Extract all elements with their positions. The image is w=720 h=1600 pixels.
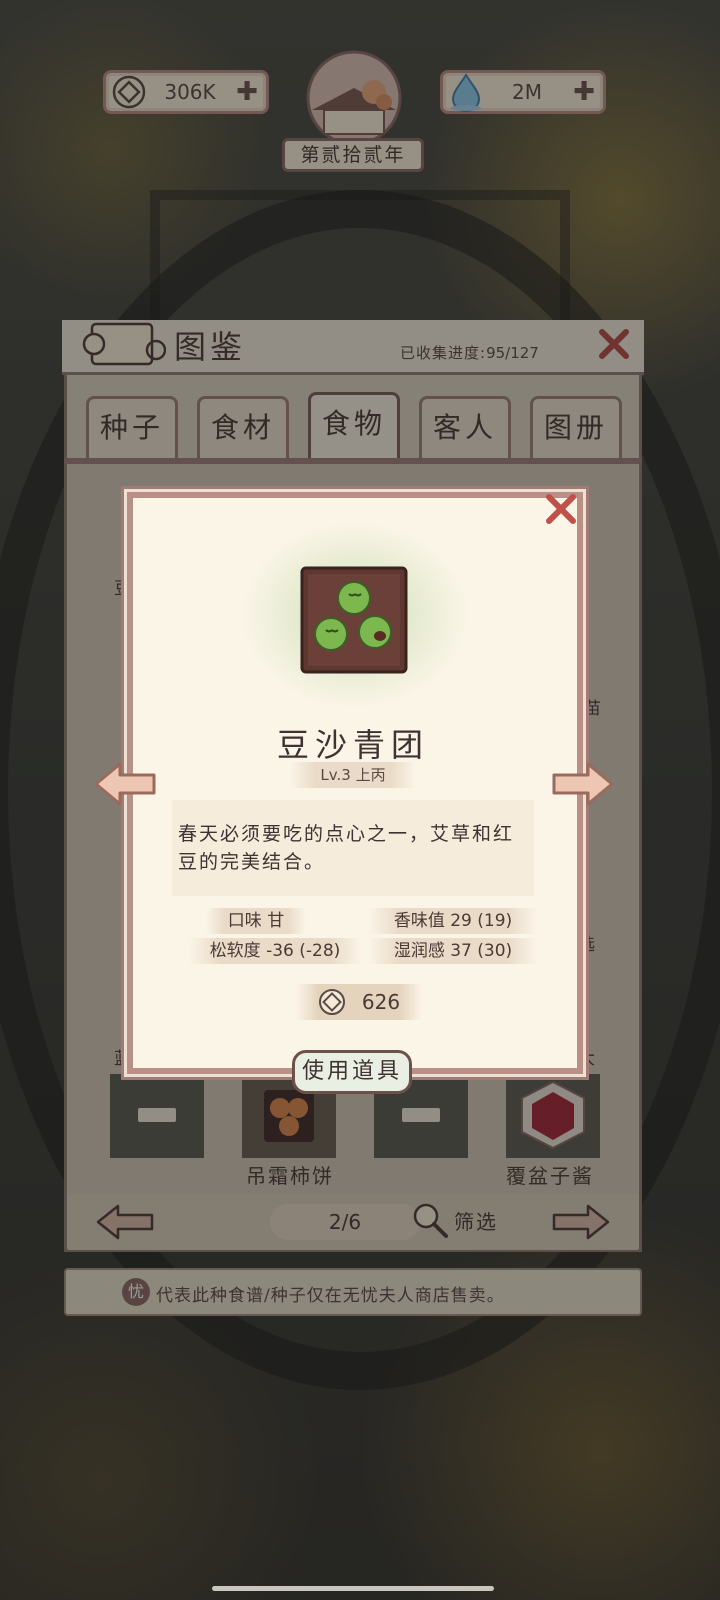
- sell-price: 626: [296, 984, 422, 1020]
- use-item-button[interactable]: 使用道具: [292, 1050, 412, 1094]
- stat-softness: 松软度 -36 (-28): [188, 938, 362, 964]
- food-level: Lv.3 上丙: [290, 762, 416, 788]
- price-value: 626: [361, 990, 401, 1014]
- food-description: 春天必须要吃的点心之一，艾草和红豆的完美结合。: [178, 823, 515, 873]
- stat-taste: 口味 甘: [206, 908, 306, 934]
- home-indicator[interactable]: [212, 1586, 494, 1591]
- coin-icon: [318, 989, 345, 1015]
- food-name: 豆沙青团: [276, 726, 429, 764]
- qingtuan-icon: [298, 564, 410, 676]
- close-detail-button[interactable]: [542, 490, 580, 528]
- next-food-button[interactable]: [550, 760, 616, 808]
- prev-food-button[interactable]: [92, 760, 158, 808]
- stat-aroma: 香味值 29 (19): [368, 908, 538, 934]
- stat-moisture: 湿润感 37 (30): [368, 938, 538, 964]
